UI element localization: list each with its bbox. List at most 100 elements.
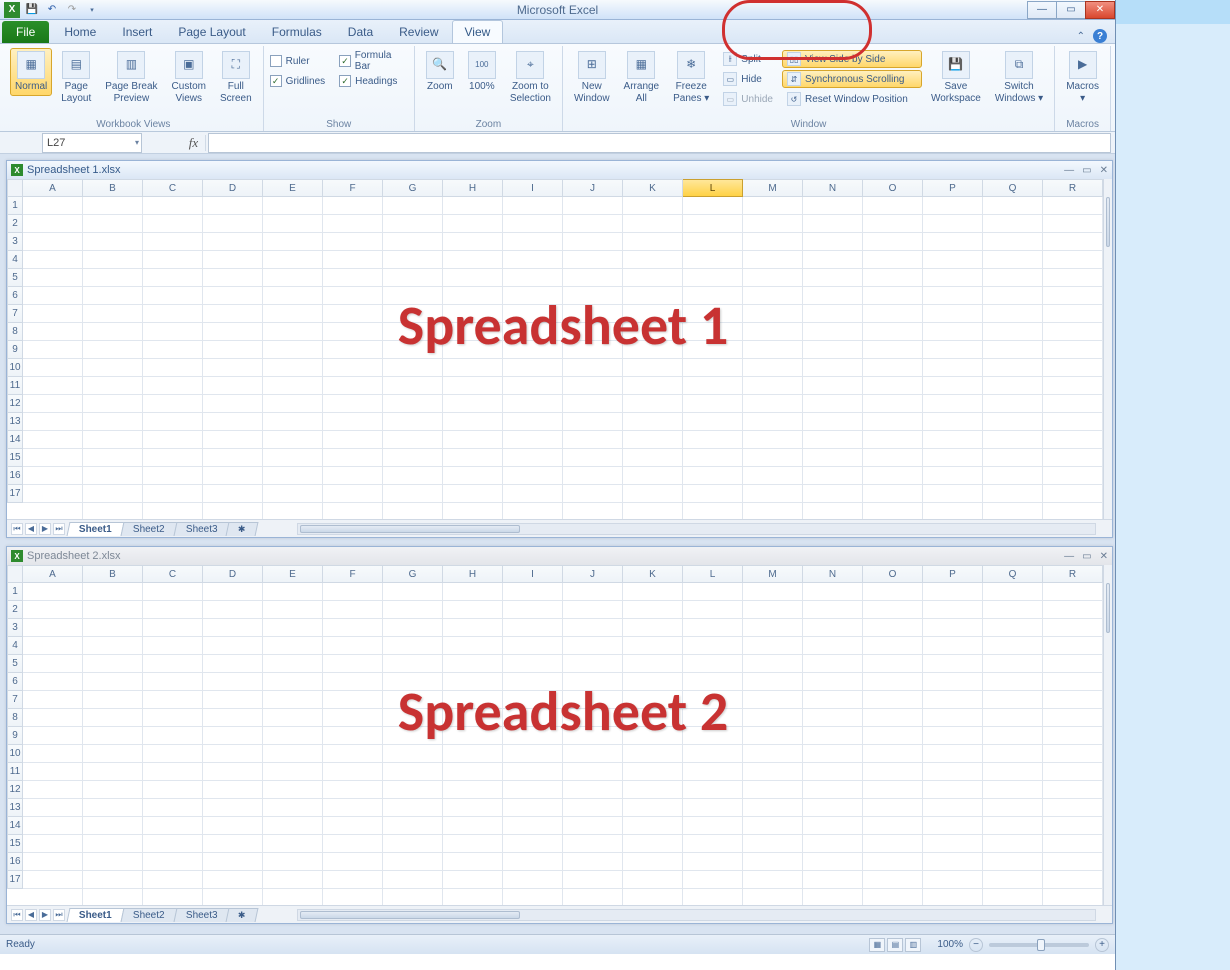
new-sheet-button[interactable]: ✱ xyxy=(226,908,259,922)
new-window-button[interactable]: ⊞New Window xyxy=(569,48,615,107)
window-close-button[interactable]: ✕ xyxy=(1085,1,1115,19)
row-header[interactable]: 7 xyxy=(7,305,23,323)
file-tab[interactable]: File xyxy=(2,21,49,43)
workbook-maximize-button[interactable]: ▭ xyxy=(1082,551,1091,562)
window-minimize-button[interactable]: — xyxy=(1027,1,1057,19)
workbook-close-button[interactable]: ✕ xyxy=(1100,551,1108,562)
sheet-tab[interactable]: Sheet2 xyxy=(120,908,177,922)
synchronous-scrolling-button[interactable]: ⇵Synchronous Scrolling xyxy=(782,70,922,88)
sheet-nav-button[interactable]: ⏭ xyxy=(53,523,65,535)
ribbon-tab-data[interactable]: Data xyxy=(335,20,386,43)
row-header[interactable]: 3 xyxy=(7,619,23,637)
macros-button[interactable]: ▶Macros ▾ xyxy=(1061,48,1104,107)
normal-view-button[interactable]: ▦Normal xyxy=(10,48,52,96)
row-header[interactable]: 5 xyxy=(7,269,23,287)
row-header[interactable]: 12 xyxy=(7,781,23,799)
column-header[interactable]: H xyxy=(443,565,503,583)
ribbon-tab-page-layout[interactable]: Page Layout xyxy=(165,20,258,43)
column-header[interactable]: C xyxy=(143,565,203,583)
column-header[interactable]: L xyxy=(683,565,743,583)
zoom-in-button[interactable]: + xyxy=(1095,938,1109,952)
gridlines-checkbox[interactable]: ✓Gridlines xyxy=(270,72,325,90)
column-header[interactable]: Q xyxy=(983,565,1043,583)
column-header[interactable]: I xyxy=(503,179,563,197)
zoom-percent[interactable]: 100% xyxy=(937,939,963,950)
column-header[interactable]: G xyxy=(383,179,443,197)
qat-customize-icon[interactable]: ▾ xyxy=(84,2,100,18)
row-header[interactable]: 8 xyxy=(7,323,23,341)
zoom-slider[interactable] xyxy=(989,943,1089,947)
column-header[interactable]: F xyxy=(323,179,383,197)
scrollbar-thumb[interactable] xyxy=(1106,583,1110,633)
column-header[interactable]: F xyxy=(323,565,383,583)
sheet-tab[interactable]: Sheet3 xyxy=(173,908,230,922)
zoom-100-button[interactable]: 100100% xyxy=(463,48,501,96)
column-header[interactable]: R xyxy=(1043,179,1103,197)
undo-icon[interactable]: ↶ xyxy=(44,2,60,18)
split-button[interactable]: ⫲Split xyxy=(718,50,778,68)
zoom-slider-thumb[interactable] xyxy=(1037,939,1045,951)
full-screen-button[interactable]: ⛶Full Screen xyxy=(215,48,257,107)
sheet-nav-button[interactable]: ▶ xyxy=(39,909,51,921)
scrollbar-thumb[interactable] xyxy=(1106,197,1110,247)
zoom-to-selection-button[interactable]: ⌖Zoom to Selection xyxy=(505,48,556,107)
name-box[interactable]: L27 xyxy=(42,133,142,153)
sheet-tab[interactable]: Sheet2 xyxy=(120,522,177,536)
window-maximize-button[interactable]: ▭ xyxy=(1056,1,1086,19)
formula-bar-checkbox[interactable]: ✓Formula Bar xyxy=(339,52,408,70)
column-header[interactable]: O xyxy=(863,565,923,583)
ribbon-tab-review[interactable]: Review xyxy=(386,20,451,43)
column-header[interactable]: K xyxy=(623,565,683,583)
column-header[interactable]: P xyxy=(923,565,983,583)
row-header[interactable]: 14 xyxy=(7,817,23,835)
select-all-corner[interactable] xyxy=(7,179,23,197)
column-header[interactable]: E xyxy=(263,179,323,197)
row-header[interactable]: 1 xyxy=(7,197,23,215)
row-header[interactable]: 8 xyxy=(7,709,23,727)
freeze-panes-button[interactable]: ❄Freeze Panes ▾ xyxy=(668,48,714,107)
page-break-preview-button[interactable]: ▥Page Break Preview xyxy=(100,48,162,107)
row-header[interactable]: 5 xyxy=(7,655,23,673)
row-header[interactable]: 16 xyxy=(7,467,23,485)
column-header[interactable]: C xyxy=(143,179,203,197)
column-header[interactable]: A xyxy=(23,565,83,583)
row-header[interactable]: 15 xyxy=(7,835,23,853)
sheet-tab[interactable]: Sheet1 xyxy=(67,522,125,536)
view-page-break-icon[interactable]: ▥ xyxy=(905,938,921,952)
switch-windows-button[interactable]: ⧉Switch Windows ▾ xyxy=(990,48,1048,107)
view-normal-icon[interactable]: ▦ xyxy=(869,938,885,952)
minimize-ribbon-icon[interactable]: ⌃ xyxy=(1077,31,1085,42)
row-header[interactable]: 13 xyxy=(7,413,23,431)
column-header[interactable]: K xyxy=(623,179,683,197)
column-header[interactable]: J xyxy=(563,179,623,197)
select-all-corner[interactable] xyxy=(7,565,23,583)
row-header[interactable]: 10 xyxy=(7,359,23,377)
column-header[interactable]: R xyxy=(1043,565,1103,583)
row-header[interactable]: 4 xyxy=(7,251,23,269)
column-header[interactable]: B xyxy=(83,565,143,583)
column-header[interactable]: B xyxy=(83,179,143,197)
formula-input[interactable] xyxy=(208,133,1111,153)
row-header[interactable]: 14 xyxy=(7,431,23,449)
ribbon-tab-view[interactable]: View xyxy=(452,20,504,43)
row-header[interactable]: 9 xyxy=(7,727,23,745)
column-header[interactable]: N xyxy=(803,179,863,197)
column-header[interactable]: Q xyxy=(983,179,1043,197)
column-header[interactable]: N xyxy=(803,565,863,583)
help-icon[interactable]: ? xyxy=(1093,29,1107,43)
row-header[interactable]: 2 xyxy=(7,215,23,233)
row-header[interactable]: 17 xyxy=(7,871,23,889)
sheet-nav-button[interactable]: ▶ xyxy=(39,523,51,535)
ribbon-tab-home[interactable]: Home xyxy=(51,20,109,43)
scrollbar-thumb[interactable] xyxy=(300,911,520,919)
column-header[interactable]: I xyxy=(503,565,563,583)
save-workspace-button[interactable]: 💾Save Workspace xyxy=(926,48,986,107)
sheet-tab[interactable]: Sheet3 xyxy=(173,522,230,536)
column-header[interactable]: H xyxy=(443,179,503,197)
zoom-button[interactable]: 🔍Zoom xyxy=(421,48,459,96)
column-header[interactable]: L xyxy=(683,179,743,197)
spreadsheet-grid[interactable]: 1234567891011121314151617ABCDEFGHIJKLMNO… xyxy=(7,565,1112,905)
workbook-minimize-button[interactable]: — xyxy=(1064,551,1074,562)
page-layout-view-button[interactable]: ▤Page Layout xyxy=(56,48,96,107)
arrange-all-button[interactable]: ▦Arrange All xyxy=(619,48,665,107)
